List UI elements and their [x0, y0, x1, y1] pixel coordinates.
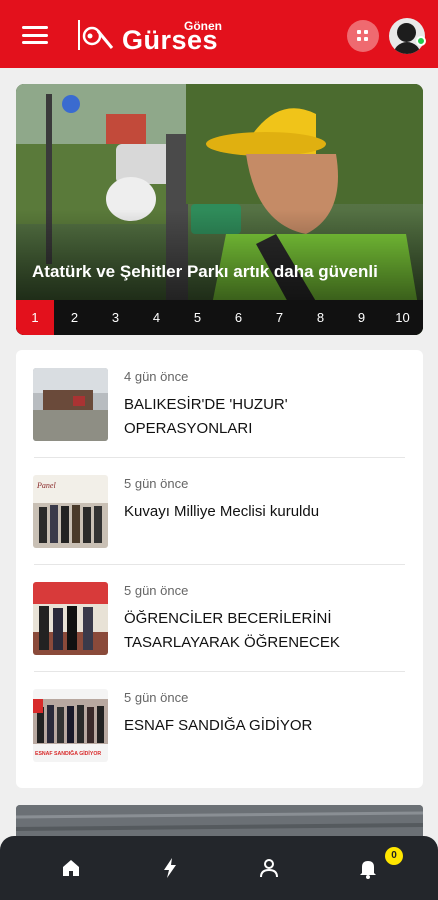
flash-icon[interactable] — [158, 856, 182, 880]
news-thumbnail: Panel — [33, 475, 108, 548]
hero-image — [16, 84, 423, 335]
page-7[interactable]: 7 — [259, 300, 300, 335]
news-title[interactable]: Kuvayı Milliye Meclisi kuruldu — [124, 500, 409, 524]
page-4[interactable]: 4 — [136, 300, 177, 335]
top-bar: Gönen Gürses — [0, 0, 438, 68]
logo-text: Gürses — [122, 25, 219, 55]
page-1[interactable]: 1 — [16, 300, 54, 335]
bottom-navigation — [0, 836, 438, 900]
news-item[interactable]: 4 gün önce BALIKESİR'DE 'HUZUR' OPERASYO… — [16, 350, 423, 457]
news-item[interactable]: ESNAF SANDIĞA GİDİYOR 5 gün önce ESNAF S… — [16, 671, 423, 778]
home-icon[interactable] — [59, 856, 83, 880]
news-time: 5 gün önce — [124, 583, 189, 598]
thumb-esnaf-text: ESNAF SANDIĞA GİDİYOR — [35, 749, 101, 757]
bell-icon[interactable] — [356, 856, 380, 880]
news-title[interactable]: BALIKESİR'DE 'HUZUR' OPERASYONLARI — [124, 393, 409, 441]
news-title[interactable]: ÖĞRENCİLER BECERİLERİNİ TASARLAYARAK ÖĞR… — [124, 607, 409, 655]
page-6[interactable]: 6 — [218, 300, 259, 335]
online-status-dot — [416, 36, 426, 46]
menu-icon[interactable] — [22, 26, 48, 44]
news-thumbnail — [33, 368, 108, 441]
news-time: 5 gün önce — [124, 690, 189, 705]
hero-slider[interactable]: Atatürk ve Şehitler Parkı artık daha güv… — [16, 84, 423, 335]
news-thumbnail — [33, 582, 108, 655]
thumb-panel-text: Panel — [36, 481, 56, 490]
page-5[interactable]: 5 — [177, 300, 218, 335]
hero-title[interactable]: Atatürk ve Şehitler Parkı artık daha güv… — [32, 262, 412, 282]
page-10[interactable]: 10 — [382, 300, 423, 335]
page-3[interactable]: 3 — [95, 300, 136, 335]
news-item[interactable]: Panel 5 gün önce Kuvayı Milliye Meclisi … — [16, 457, 423, 564]
news-thumbnail: ESNAF SANDIĞA GİDİYOR — [33, 689, 108, 762]
page-2[interactable]: 2 — [54, 300, 95, 335]
news-title[interactable]: ESNAF SANDIĞA GİDİYOR — [124, 714, 409, 738]
logo-mark-icon — [78, 20, 114, 50]
news-time: 4 gün önce — [124, 369, 189, 384]
notification-badge: 0 — [385, 847, 403, 865]
user-icon[interactable] — [257, 856, 281, 880]
site-logo[interactable]: Gönen Gürses — [76, 16, 236, 56]
slider-pagination: 1 2 3 4 5 6 7 8 9 10 — [16, 300, 423, 335]
page-9[interactable]: 9 — [341, 300, 382, 335]
page-8[interactable]: 8 — [300, 300, 341, 335]
news-list: 4 gün önce BALIKESİR'DE 'HUZUR' OPERASYO… — [16, 350, 423, 788]
news-item[interactable]: 5 gün önce ÖĞRENCİLER BECERİLERİNİ TASAR… — [16, 564, 423, 671]
apps-grid-button[interactable] — [347, 20, 379, 52]
news-time: 5 gün önce — [124, 476, 189, 491]
